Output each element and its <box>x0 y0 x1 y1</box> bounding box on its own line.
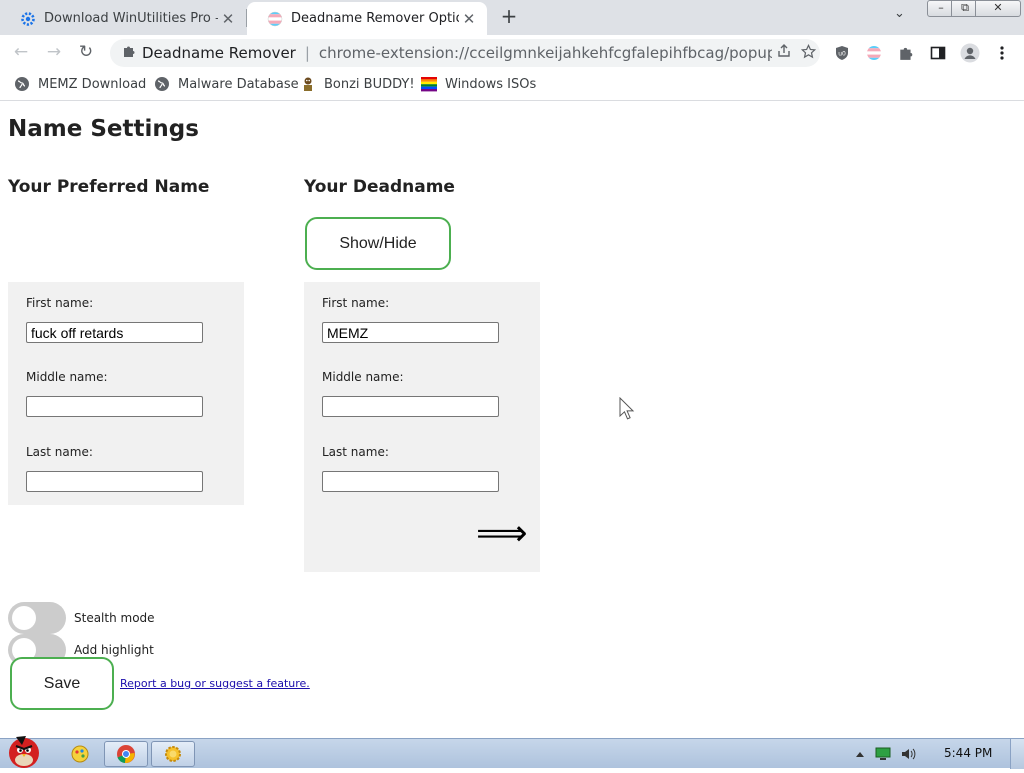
back-button[interactable]: ← <box>9 41 33 65</box>
stealth-mode-row: Stealth mode <box>8 602 155 634</box>
omnibox-separator: | <box>304 44 310 62</box>
preferred-name-panel: First name: Middle name: Last name: <box>8 282 244 505</box>
taskbar: 5:44 PM <box>0 736 1024 769</box>
url-text: chrome-extension://cceilgmnkeijahkehfcgf… <box>318 44 772 62</box>
deadname-heading: Your Deadname <box>304 177 455 197</box>
deadname-middle-name-input[interactable] <box>322 396 499 417</box>
deadname-last-name-input[interactable] <box>322 471 499 492</box>
deadname-first-name-input[interactable] <box>322 322 499 343</box>
middle-name-label: Middle name: <box>26 370 108 384</box>
bookmark-bonzi-buddy[interactable]: Bonzi BUDDY! <box>300 76 415 92</box>
network-icon[interactable] <box>875 747 891 761</box>
bookmark-star-icon[interactable] <box>796 43 820 63</box>
tab-deadname-remover-options[interactable]: Deadname Remover Options ✕ <box>247 2 487 35</box>
trans-flag-icon <box>267 11 283 27</box>
reload-button[interactable]: ↻ <box>74 41 98 65</box>
add-highlight-label: Add highlight <box>74 643 154 657</box>
bookmark-label: Malware Database <box>178 76 299 92</box>
preferred-first-name-input[interactable] <box>26 322 203 343</box>
globe-icon <box>154 76 170 92</box>
report-bug-link[interactable]: Report a bug or suggest a feature. <box>120 677 310 690</box>
bookmarks-bar: MEMZ Download Malware Database Bonzi BUD… <box>0 70 1024 101</box>
bookmark-windows-isos[interactable]: Windows ISOs <box>421 76 536 92</box>
sun-gear-icon[interactable] <box>151 741 195 767</box>
options-page: Name Settings Your Preferred Name Your D… <box>0 102 1024 738</box>
bookmark-malware-database[interactable]: Malware Database <box>154 76 299 92</box>
browser-toolbar: ← → ↻ Deadname Remover | chrome-extensio… <box>0 35 1024 70</box>
more-menu-icon[interactable] <box>990 41 1014 65</box>
tab-title: Deadname Remover Options <box>291 11 459 26</box>
preferred-middle-name-input[interactable] <box>26 396 203 417</box>
bookmark-label: Bonzi BUDDY! <box>324 76 415 92</box>
show-hide-button[interactable]: Show/Hide <box>305 217 451 270</box>
middle-name-label: Middle name: <box>322 370 404 384</box>
paint-icon[interactable] <box>58 741 102 767</box>
tab-close-icon[interactable]: ✕ <box>459 10 479 28</box>
trans-flag-extension-icon[interactable] <box>862 41 886 65</box>
bookmark-memz-download[interactable]: MEMZ Download <box>14 76 146 92</box>
side-panel-icon[interactable] <box>926 41 950 65</box>
puzzle-piece-icon <box>122 44 136 62</box>
bonzi-icon <box>300 76 316 92</box>
ublock-shield-icon[interactable]: u0 <box>830 41 854 65</box>
tab-download-winutilities[interactable]: Download WinUtilities Pro – Y ✕ <box>0 2 246 35</box>
save-button[interactable]: Save <box>10 657 114 710</box>
window-close-button[interactable]: ✕ <box>975 0 1021 17</box>
double-arrow-right-icon[interactable]: ⟹ <box>476 514 528 554</box>
globe-icon <box>14 76 30 92</box>
last-name-label: Last name: <box>26 445 93 459</box>
tab-close-icon[interactable]: ✕ <box>218 10 238 28</box>
rainbow-flag-icon <box>421 76 437 92</box>
extension-name: Deadname Remover <box>142 44 296 62</box>
stealth-mode-label: Stealth mode <box>74 611 155 625</box>
tab-title: Download WinUtilities Pro – Y <box>44 11 218 26</box>
preferred-last-name-input[interactable] <box>26 471 203 492</box>
first-name-label: First name: <box>322 296 390 310</box>
bookmark-label: MEMZ Download <box>38 76 147 92</box>
show-desktop-button[interactable] <box>1010 739 1024 769</box>
svg-text:u0: u0 <box>838 51 846 58</box>
address-bar[interactable]: Deadname Remover | chrome-extension://cc… <box>110 39 820 67</box>
bookmark-label: Windows ISOs <box>445 76 537 92</box>
clock[interactable]: 5:44 PM <box>944 746 992 760</box>
chrome-icon[interactable] <box>104 741 148 767</box>
last-name-label: Last name: <box>322 445 389 459</box>
extensions-puzzle-icon[interactable] <box>894 41 918 65</box>
mouse-cursor-icon <box>619 397 635 420</box>
stealth-mode-toggle[interactable] <box>8 602 66 634</box>
tab-strip: Download WinUtilities Pro – Y ✕ Deadname… <box>0 0 1024 35</box>
preferred-name-heading: Your Preferred Name <box>8 177 210 197</box>
share-icon[interactable] <box>772 44 796 62</box>
angry-bird-start-icon[interactable] <box>2 731 48 769</box>
system-tray <box>855 739 927 769</box>
tab-search-chevron-icon[interactable]: ⌄ <box>894 6 905 21</box>
tray-expand-icon[interactable] <box>855 750 865 758</box>
page-title: Name Settings <box>8 116 199 142</box>
forward-button[interactable]: → <box>42 41 66 65</box>
new-tab-button[interactable]: + <box>497 5 521 29</box>
gear-icon <box>20 11 36 27</box>
volume-icon[interactable] <box>901 747 917 761</box>
profile-avatar-icon[interactable] <box>958 41 982 65</box>
deadname-panel: First name: Middle name: Last name: ⟹ <box>304 282 540 572</box>
toggle-knob <box>12 606 36 630</box>
first-name-label: First name: <box>26 296 94 310</box>
